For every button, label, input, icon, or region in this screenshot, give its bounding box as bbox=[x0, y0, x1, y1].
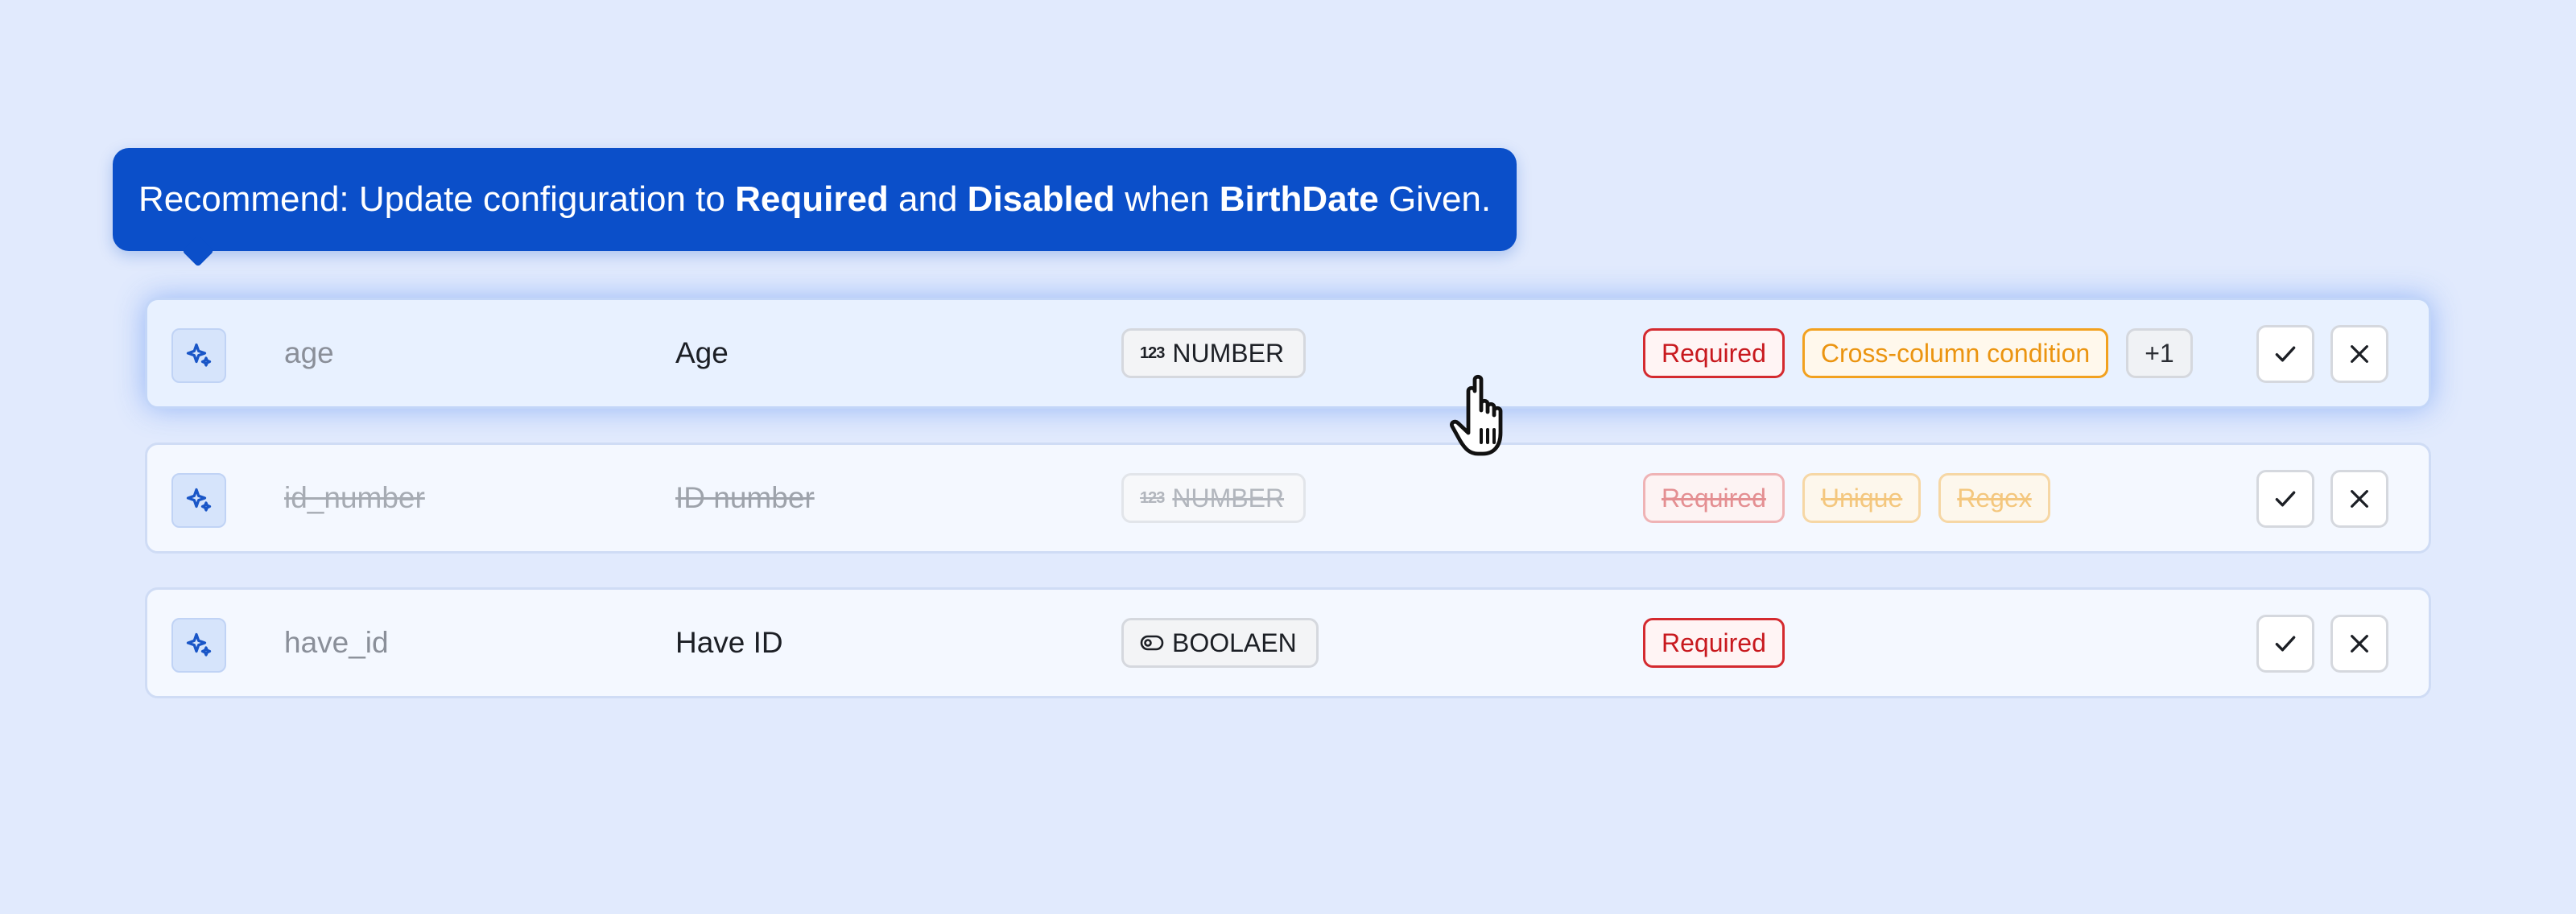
canvas: Recommend: Update configuration to Requi… bbox=[0, 0, 2576, 914]
tooltip-text-2: and bbox=[888, 179, 968, 219]
tag-unique[interactable]: Unique bbox=[1802, 473, 1922, 523]
tag-list: Required bbox=[1643, 618, 1785, 668]
check-icon bbox=[2275, 491, 2296, 507]
check-icon bbox=[2275, 636, 2296, 652]
tag-regex[interactable]: Regex bbox=[1938, 473, 2050, 523]
field-key: have_id bbox=[284, 626, 389, 659]
accept-button[interactable] bbox=[2256, 615, 2314, 673]
accept-button[interactable] bbox=[2256, 325, 2314, 383]
tooltip-text-3: when bbox=[1115, 179, 1220, 219]
number-type-icon: 123 bbox=[1140, 488, 1165, 507]
tag-cross-column-condition[interactable]: Cross-column condition bbox=[1802, 328, 2109, 378]
accept-button[interactable] bbox=[2256, 470, 2314, 528]
hand-pointer-cursor-icon bbox=[1450, 374, 1503, 456]
sparkle-icon[interactable] bbox=[171, 328, 226, 383]
field-key: id_number bbox=[284, 481, 425, 514]
field-row-age[interactable]: age Age 123 NUMBER Required Cross-column… bbox=[145, 298, 2431, 409]
toggle-icon bbox=[1140, 635, 1164, 651]
field-label: Age bbox=[675, 336, 729, 369]
field-row-id-number[interactable]: id_number ID number 123 NUMBER Required … bbox=[145, 443, 2431, 554]
type-badge: 123 NUMBER bbox=[1121, 473, 1307, 523]
type-label: NUMBER bbox=[1172, 338, 1285, 368]
sparkle-icon[interactable] bbox=[171, 618, 226, 673]
reject-button[interactable] bbox=[2330, 325, 2388, 383]
tag-required[interactable]: Required bbox=[1643, 328, 1785, 378]
check-icon bbox=[2275, 346, 2296, 362]
sparkle-icon[interactable] bbox=[171, 473, 226, 528]
number-type-icon: 123 bbox=[1140, 344, 1165, 362]
recommendation-tooltip: Recommend: Update configuration to Requi… bbox=[113, 148, 1517, 267]
tag-list: Required Unique Regex bbox=[1643, 473, 2050, 523]
type-badge: 123 NUMBER bbox=[1121, 328, 1307, 378]
tooltip-text-4: Given. bbox=[1378, 179, 1492, 219]
reject-button[interactable] bbox=[2330, 470, 2388, 528]
tooltip-tail bbox=[182, 235, 214, 267]
tooltip-bold-required: Required bbox=[735, 179, 889, 219]
close-icon bbox=[2351, 490, 2368, 508]
tag-more-count[interactable]: +1 bbox=[2126, 328, 2193, 378]
tooltip-bold-disabled: Disabled bbox=[967, 179, 1116, 219]
field-row-have-id[interactable]: have_id Have ID BOOLAEN Required bbox=[145, 587, 2431, 698]
close-icon bbox=[2351, 635, 2368, 653]
field-label: Have ID bbox=[675, 626, 783, 659]
close-icon bbox=[2351, 345, 2368, 363]
tooltip-text-1: Recommend: Update configuration to bbox=[138, 179, 736, 219]
field-key: age bbox=[284, 336, 334, 369]
tooltip-bold-birthdate: BirthDate bbox=[1219, 179, 1379, 219]
tag-required[interactable]: Required bbox=[1643, 473, 1785, 523]
tag-list: Required Cross-column condition +1 bbox=[1643, 328, 2193, 378]
field-label: ID number bbox=[675, 481, 815, 514]
type-badge: BOOLAEN bbox=[1121, 618, 1319, 668]
type-label: BOOLAEN bbox=[1172, 628, 1297, 657]
type-label: NUMBER bbox=[1172, 483, 1285, 513]
tag-required[interactable]: Required bbox=[1643, 618, 1785, 668]
reject-button[interactable] bbox=[2330, 615, 2388, 673]
